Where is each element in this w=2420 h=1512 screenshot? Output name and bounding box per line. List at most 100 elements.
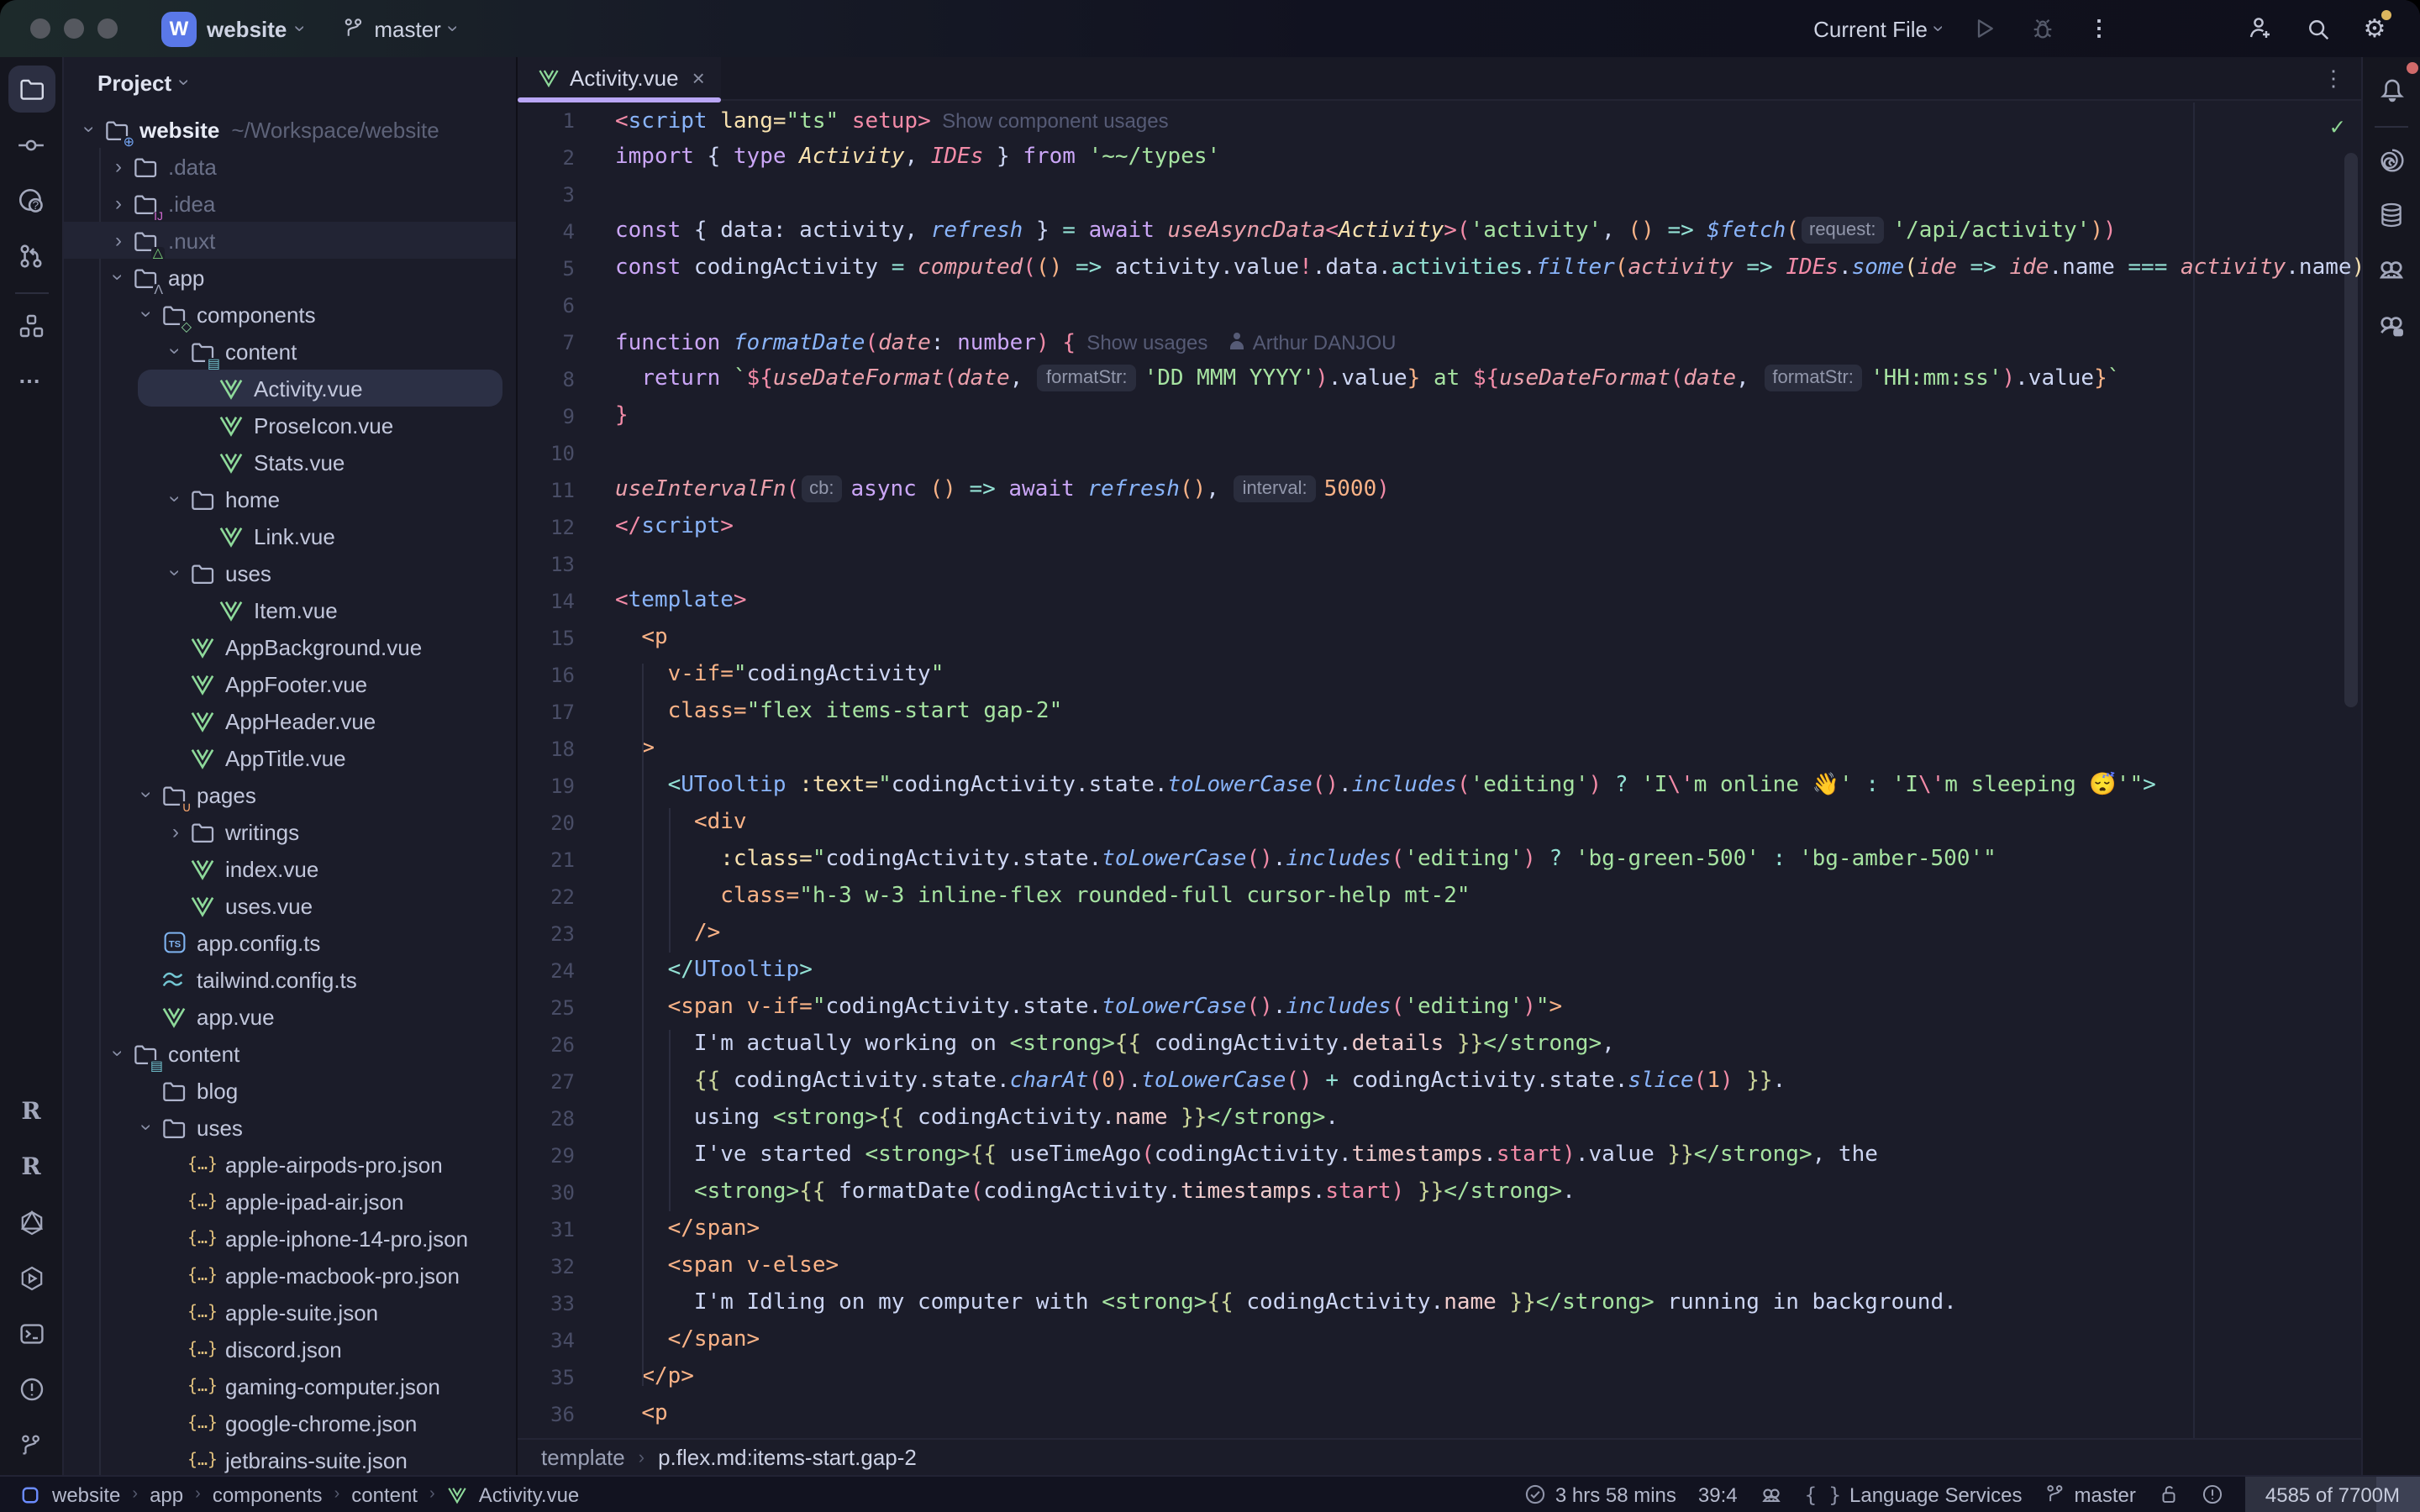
- status-crumb-website[interactable]: website: [52, 1483, 120, 1506]
- chevron-open-icon[interactable]: ›: [164, 560, 187, 585]
- time-tracker-widget[interactable]: 3 hrs 58 mins: [1525, 1483, 1676, 1506]
- code-line-11[interactable]: 11useIntervalFn(cb:async () => await ref…: [518, 472, 2361, 509]
- chevron-closed-icon[interactable]: ›: [163, 820, 188, 843]
- tree-row-apple-suite-json[interactable]: {…}apple-suite.json: [64, 1294, 516, 1331]
- tree-row-content[interactable]: ›▤content: [64, 333, 516, 370]
- commit-tool-button[interactable]: [8, 121, 55, 168]
- breadcrumb-template[interactable]: template: [541, 1445, 625, 1470]
- tree-row-apple-macbook-pro-json[interactable]: {…}apple-macbook-pro.json: [64, 1257, 516, 1294]
- search-icon[interactable]: [2302, 13, 2333, 44]
- code-line-35[interactable]: 35 </p>: [518, 1359, 2361, 1396]
- code-area[interactable]: ✓ 1<script lang="ts" setup> Show compone…: [518, 102, 2361, 1438]
- tree-row-discord-json[interactable]: {…}discord.json: [64, 1331, 516, 1368]
- tree-row-uses[interactable]: ›uses: [64, 1109, 516, 1146]
- tree-row-uses-vue[interactable]: uses.vue: [64, 887, 516, 924]
- status-crumb-activity-vue[interactable]: Activity.vue: [479, 1483, 580, 1506]
- tree-row-app-vue[interactable]: app.vue: [64, 998, 516, 1035]
- close-window-icon[interactable]: [30, 18, 50, 39]
- r-tools-icon[interactable]: R: [8, 1144, 55, 1191]
- tree-row-content[interactable]: ›▤content: [64, 1035, 516, 1072]
- tree-row-jetbrains-suite-json[interactable]: {…}jetbrains-suite.json: [64, 1441, 516, 1475]
- tree-row-apple-ipad-air-json[interactable]: {…}apple-ipad-air.json: [64, 1183, 516, 1220]
- editor-scrollbar[interactable]: [2344, 153, 2358, 707]
- code-line-1[interactable]: 1<script lang="ts" setup> Show component…: [518, 102, 2361, 139]
- code-line-32[interactable]: 32 <span v-else>: [518, 1248, 2361, 1285]
- graphql-icon[interactable]: [8, 1200, 55, 1247]
- r-console-icon[interactable]: R: [8, 1089, 55, 1136]
- zoom-window-icon[interactable]: [97, 18, 118, 39]
- chevron-closed-icon[interactable]: ›: [106, 228, 131, 252]
- tree-row-appheader-vue[interactable]: AppHeader.vue: [64, 702, 516, 739]
- tree-row-stats-vue[interactable]: Stats.vue: [64, 444, 516, 480]
- code-line-22[interactable]: 22 class="h-3 w-3 inline-flex rounded-fu…: [518, 879, 2361, 916]
- branch-widget[interactable]: master: [2044, 1483, 2136, 1506]
- more-vertical-icon[interactable]: ⋮: [2323, 65, 2344, 92]
- tree-row-home[interactable]: ›home: [64, 480, 516, 517]
- git-branch-icon[interactable]: [8, 1421, 55, 1468]
- warning-circle-icon[interactable]: [2202, 1483, 2223, 1505]
- status-breadcrumbs[interactable]: website›app›components›content›Activity.…: [20, 1483, 579, 1506]
- tree-row-apptitle-vue[interactable]: AppTitle.vue: [64, 739, 516, 776]
- tree-row-index-vue[interactable]: index.vue: [64, 850, 516, 887]
- tab-activity-vue[interactable]: Activity.vue ×: [518, 56, 722, 100]
- tree-row--idea[interactable]: ›IJ.idea: [64, 185, 516, 222]
- chevron-closed-icon[interactable]: ›: [106, 192, 131, 215]
- inspections-ok-icon[interactable]: ✓: [2330, 109, 2344, 146]
- code-line-16[interactable]: 16 v-if="codingActivity": [518, 657, 2361, 694]
- unlocked-icon[interactable]: [2158, 1483, 2180, 1505]
- chevron-open-icon[interactable]: ›: [135, 302, 159, 327]
- status-crumb-content[interactable]: content: [351, 1483, 418, 1506]
- code-line-10[interactable]: 10: [518, 435, 2361, 472]
- more-vertical-icon[interactable]: ⋮: [2084, 13, 2114, 44]
- run-hexagon-icon[interactable]: [8, 1255, 55, 1302]
- run-config-selector[interactable]: Current File ›: [1813, 16, 1943, 41]
- code-line-14[interactable]: 14<template>: [518, 583, 2361, 620]
- caret-position[interactable]: 39:4: [1698, 1483, 1738, 1506]
- tree-row--nuxt[interactable]: ›△.nuxt: [64, 222, 516, 259]
- code-line-21[interactable]: 21 :class="codingActivity.state.toLowerC…: [518, 842, 2361, 879]
- run-button[interactable]: [1970, 13, 2000, 44]
- ai-chat-icon[interactable]: ?: [8, 176, 55, 223]
- status-crumb-components[interactable]: components: [213, 1483, 323, 1506]
- more-icon[interactable]: ⋯: [8, 358, 55, 405]
- code-line-8[interactable]: 8 return `${useDateFormat(date, formatSt…: [518, 361, 2361, 398]
- code-line-26[interactable]: 26 I'm actually working on <strong>{{ co…: [518, 1026, 2361, 1063]
- code-line-25[interactable]: 25 <span v-if="codingActivity.state.toLo…: [518, 990, 2361, 1026]
- tree-row-writings[interactable]: ›writings: [64, 813, 516, 850]
- tree-row-app[interactable]: ›Λapp: [64, 259, 516, 296]
- chevron-open-icon[interactable]: ›: [107, 1041, 130, 1066]
- code-line-29[interactable]: 29 I've started <strong>{{ useTimeAgo(co…: [518, 1137, 2361, 1174]
- project-tool-button[interactable]: [8, 66, 55, 113]
- structure-icon[interactable]: [8, 302, 55, 349]
- chevron-open-icon[interactable]: ›: [135, 1115, 159, 1140]
- project-panel-header[interactable]: Project ›: [64, 57, 516, 108]
- tree-row-appfooter-vue[interactable]: AppFooter.vue: [64, 665, 516, 702]
- problems-icon[interactable]: [8, 1366, 55, 1413]
- database-icon[interactable]: [2368, 192, 2415, 239]
- code-line-5[interactable]: 5const codingActivity = computed(() => a…: [518, 250, 2361, 287]
- chevron-open-icon[interactable]: ›: [78, 117, 102, 142]
- chevron-open-icon[interactable]: ›: [164, 486, 187, 512]
- memory-indicator[interactable]: 4585 of 7700M: [2245, 1476, 2420, 1512]
- ai-chat-bubble-icon[interactable]: [2368, 302, 2415, 349]
- pull-requests-icon[interactable]: [8, 232, 55, 279]
- code-line-31[interactable]: 31 </span>: [518, 1211, 2361, 1248]
- window-controls[interactable]: [30, 18, 118, 39]
- code-line-12[interactable]: 12</script>: [518, 509, 2361, 546]
- ai-assistant-icon[interactable]: [2368, 247, 2415, 294]
- tree-row-uses[interactable]: ›uses: [64, 554, 516, 591]
- code-line-36[interactable]: 36 <p: [518, 1396, 2361, 1433]
- code-line-2[interactable]: 2import { type Activity, IDEs } from '~~…: [518, 139, 2361, 176]
- tree-row-google-chrome-json[interactable]: {…}google-chrome.json: [64, 1404, 516, 1441]
- code-line-24[interactable]: 24 </UTooltip>: [518, 953, 2361, 990]
- code-line-18[interactable]: 18 >: [518, 731, 2361, 768]
- tree-row-app-config-ts[interactable]: TSapp.config.ts: [64, 924, 516, 961]
- tree-row-apple-iphone-14-pro-json[interactable]: {…}apple-iphone-14-pro.json: [64, 1220, 516, 1257]
- code-line-34[interactable]: 34 </span>: [518, 1322, 2361, 1359]
- breadcrumb-element[interactable]: p.flex.md:items-start.gap-2: [658, 1445, 917, 1470]
- tree-row-tailwind-config-ts[interactable]: tailwind.config.ts: [64, 961, 516, 998]
- language-services-widget[interactable]: { } Language Services: [1805, 1483, 2023, 1506]
- chevron-open-icon[interactable]: ›: [107, 265, 130, 290]
- code-line-30[interactable]: 30 <strong>{{ formatDate(codingActivity.…: [518, 1174, 2361, 1211]
- code-line-15[interactable]: 15 <p: [518, 620, 2361, 657]
